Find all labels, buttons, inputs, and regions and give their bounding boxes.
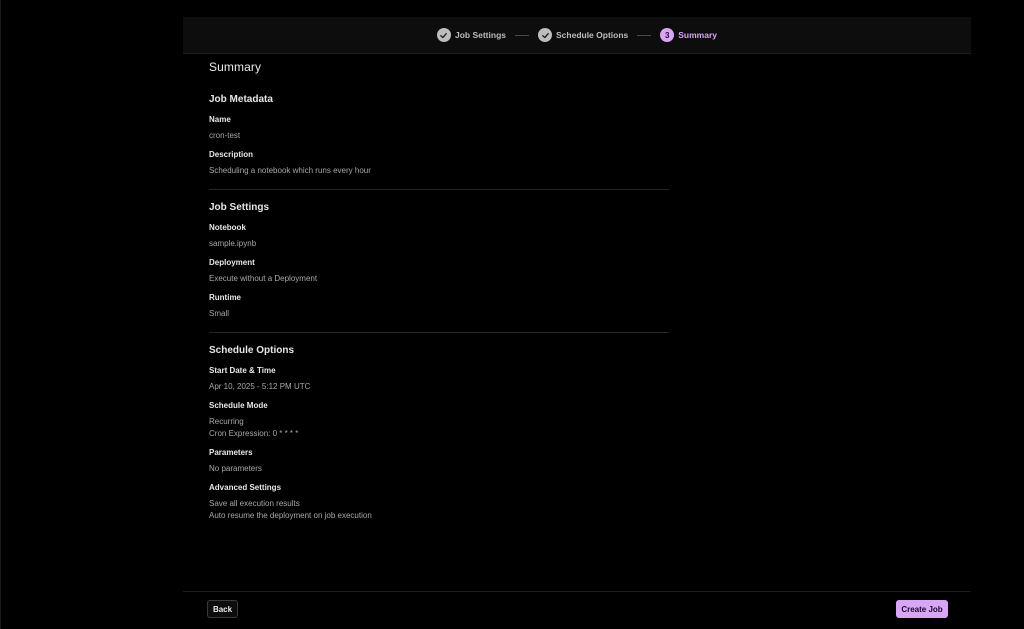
- field-value: Small: [209, 309, 230, 318]
- step-label: Job Settings: [454, 30, 506, 40]
- back-button[interactable]: Back: [207, 600, 238, 618]
- page-title: Summary: [209, 60, 262, 74]
- step-label: Summary: [678, 30, 718, 40]
- field-label: Schedule Mode: [209, 401, 268, 410]
- field-value: Recurring: [209, 417, 244, 426]
- field-value: Apr 10, 2025 - 5:12 PM UTC: [209, 382, 311, 391]
- field-label: Parameters: [209, 448, 253, 457]
- step-summary[interactable]: 3 Summary: [660, 28, 717, 42]
- step-label: Schedule Options: [556, 30, 629, 40]
- field-value: Save all execution results: [209, 499, 300, 508]
- field-value: Scheduling a notebook which runs every h…: [209, 166, 371, 175]
- runtime-field: Runtime Small: [209, 294, 669, 320]
- schedule-mode-field: Schedule Mode Recurring Cron Expression:…: [209, 402, 669, 440]
- wizard-footer: Back Create Job: [183, 591, 971, 629]
- step-job-settings[interactable]: Job Settings: [436, 28, 506, 42]
- step-connector: [515, 34, 529, 36]
- field-value: No parameters: [209, 464, 262, 473]
- check-icon: [436, 28, 451, 42]
- stepper: Job Settings Schedule Options 3 Summary: [183, 17, 971, 54]
- name-field: Name cron-test: [209, 116, 669, 142]
- section-title: Job Metadata: [209, 94, 273, 105]
- notebook-field: Notebook sample.ipynb: [209, 224, 669, 250]
- summary-content: Summary Job Metadata Name cron-test Desc…: [209, 60, 669, 531]
- field-value: sample.ipynb: [209, 239, 257, 248]
- step-connector: [637, 34, 652, 36]
- parameters-field: Parameters No parameters: [209, 449, 669, 475]
- field-label: Runtime: [209, 293, 241, 302]
- cron-expression: Cron Expression: 0 * * * *: [209, 429, 299, 438]
- step-number: 3: [660, 28, 675, 42]
- job-metadata-section: Job Metadata Name cron-test Description …: [209, 94, 669, 177]
- schedule-options-section: Schedule Options Start Date & Time Apr 1…: [209, 345, 669, 522]
- create-job-button[interactable]: Create Job: [896, 600, 948, 618]
- field-value: Execute without a Deployment: [209, 274, 318, 283]
- divider: [209, 189, 669, 190]
- field-label: Description: [209, 150, 254, 159]
- field-label: Start Date & Time: [209, 366, 276, 375]
- field-label: Name: [209, 115, 231, 124]
- field-label: Advanced Settings: [209, 483, 282, 492]
- check-icon: [538, 28, 552, 42]
- deployment-field: Deployment Execute without a Deployment: [209, 259, 669, 285]
- field-value: cron-test: [209, 131, 241, 140]
- description-field: Description Scheduling a notebook which …: [209, 151, 669, 177]
- field-value: Auto resume the deployment on job execut…: [209, 511, 372, 520]
- step-schedule-options[interactable]: Schedule Options: [538, 28, 628, 42]
- start-date-field: Start Date & Time Apr 10, 2025 - 5:12 PM…: [209, 367, 669, 393]
- divider: [209, 332, 669, 333]
- section-title: Schedule Options: [209, 345, 295, 356]
- window-edge: [0, 0, 1, 629]
- field-label: Notebook: [209, 223, 246, 232]
- advanced-settings-field: Advanced Settings Save all execution res…: [209, 484, 669, 522]
- job-settings-section: Job Settings Notebook sample.ipynb Deplo…: [209, 202, 669, 320]
- section-title: Job Settings: [209, 202, 270, 213]
- field-label: Deployment: [209, 258, 255, 267]
